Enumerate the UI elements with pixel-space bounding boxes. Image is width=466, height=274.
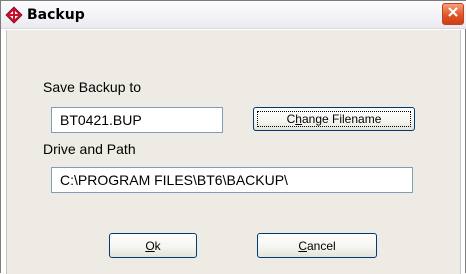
ok-button[interactable]: Ok: [109, 233, 197, 258]
cancel-button[interactable]: Cancel: [257, 233, 377, 258]
close-icon: [447, 5, 459, 23]
filename-field[interactable]: BT0421.BUP: [51, 107, 223, 133]
cancel-label: Cancel: [298, 238, 336, 253]
dialog-body: Save Backup to BT0421.BUP Change Filenam…: [6, 30, 461, 274]
change-filename-label: Change Filename: [286, 112, 382, 126]
window-title: Backup: [27, 7, 85, 23]
save-backup-label: Save Backup to: [43, 79, 142, 95]
title-bar[interactable]: Backup: [1, 1, 466, 29]
change-filename-button[interactable]: Change Filename: [253, 107, 415, 131]
ok-label: Ok: [145, 238, 161, 253]
backup-dialog: Backup Save Backup to BT0421.BUP Change …: [0, 0, 466, 274]
diamond-logo-icon: [5, 6, 23, 24]
drive-path-label: Drive and Path: [43, 141, 136, 157]
drive-path-field[interactable]: C:\PROGRAM FILES\BT6\BACKUP\: [51, 167, 413, 193]
close-button[interactable]: [442, 3, 464, 25]
